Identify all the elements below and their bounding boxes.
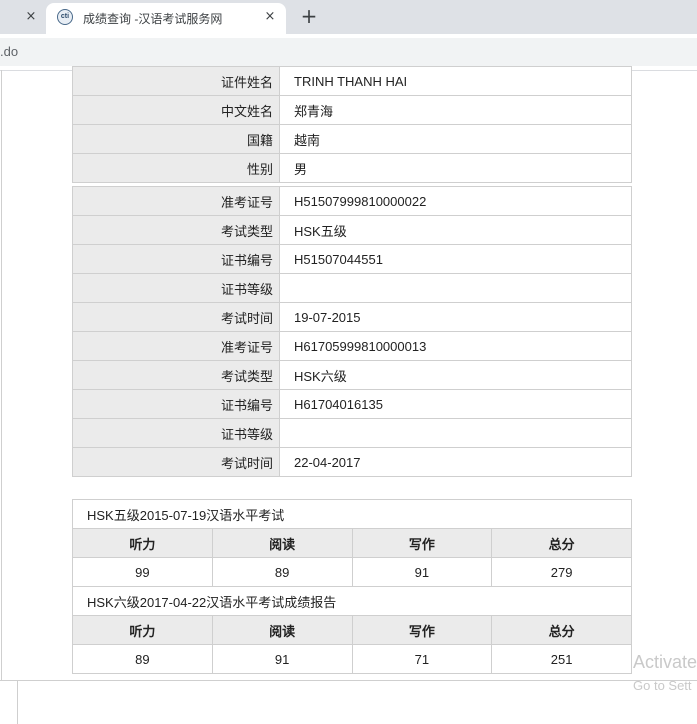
info-row: 考试类型 HSK六级 <box>72 360 632 390</box>
score-value-row: 89 91 71 251 <box>72 644 632 674</box>
field-value <box>279 418 632 448</box>
info-row: 准考证号 H51507999810000022 <box>72 186 632 216</box>
field-value: 郑青海 <box>279 95 632 125</box>
field-value: H51507044551 <box>279 244 632 274</box>
url-text: .do <box>0 44 19 59</box>
tab-strip: × cti 成绩查询 -汉语考试服务网 × + <box>0 0 697 34</box>
info-row: 考试时间 19-07-2015 <box>72 302 632 332</box>
field-label: 证书编号 <box>72 244 280 274</box>
info-row: 证件姓名 TRINH THANH HAI <box>72 66 632 96</box>
score-value: 279 <box>491 557 632 587</box>
field-value: H51507999810000022 <box>279 186 632 216</box>
field-value: TRINH THANH HAI <box>279 66 632 96</box>
info-row: 性别男 <box>72 153 632 183</box>
tab-score-query[interactable]: cti 成绩查询 -汉语考试服务网 × <box>46 3 286 34</box>
score-header-row: 听力 阅读 写作 总分 <box>72 615 632 645</box>
info-row: 国籍 越南 <box>72 124 632 154</box>
info-row: 证书编号 H61704016135 <box>72 389 632 419</box>
score-header: 写作 <box>351 528 493 558</box>
score-header: 总分 <box>491 615 632 645</box>
field-value: HSK六级 <box>279 360 632 390</box>
score-header: 写作 <box>351 615 493 645</box>
field-value <box>279 273 632 303</box>
site-favicon-icon: cti <box>57 9 73 25</box>
field-value: 男 <box>279 153 632 183</box>
score-value: 89 <box>72 644 213 674</box>
score-caption: HSK五级2015-07-19汉语水平考试 <box>72 499 632 529</box>
info-row: 准考证号 H61705999810000013 <box>72 331 632 361</box>
candidate-info-panel: 证件姓名 TRINH THANH HAI 中文姓名 郑青海 国籍 越南 性别男准考证号 H51… <box>72 66 632 477</box>
info-row: 中文姓名 郑青海 <box>72 95 632 125</box>
page-bottom-divider <box>17 680 18 724</box>
score-header: 听力 <box>72 528 213 558</box>
page-border <box>1 70 2 680</box>
field-value: 越南 <box>279 124 632 154</box>
score-value: 91 <box>211 644 353 674</box>
field-value: H61705999810000013 <box>279 331 632 361</box>
score-value: 89 <box>211 557 353 587</box>
info-row: 考试时间 22-04-2017 <box>72 447 632 477</box>
field-value: 22-04-2017 <box>279 447 632 477</box>
score-caption-row: HSK六级2017-04-22汉语水平考试成绩报告 <box>72 586 632 616</box>
info-row: 考试类型 HSK五级 <box>72 215 632 245</box>
field-label: 考试时间 <box>72 302 280 332</box>
field-value: 19-07-2015 <box>279 302 632 332</box>
field-label: 性别 <box>72 153 280 183</box>
info-row: 证书等级 <box>72 273 632 303</box>
score-report-panel: HSK五级2015-07-19汉语水平考试 听力 阅读 写作 总分 99 89 91 279 HS… <box>72 499 632 674</box>
url-field[interactable]: .do <box>0 38 697 66</box>
page-bottom-border <box>0 680 697 681</box>
field-label: 证书编号 <box>72 389 280 419</box>
new-tab-icon[interactable]: + <box>298 5 320 27</box>
score-value: 251 <box>491 644 632 674</box>
field-label: 准考证号 <box>72 331 280 361</box>
tab-previous[interactable]: × <box>0 0 46 34</box>
score-header-row: 听力 阅读 写作 总分 <box>72 528 632 558</box>
close-tab-icon[interactable]: × <box>260 7 280 27</box>
score-value: 91 <box>351 557 493 587</box>
score-value: 71 <box>351 644 493 674</box>
score-header: 总分 <box>491 528 632 558</box>
candidate-info-table: 证件姓名 TRINH THANH HAI 中文姓名 郑青海 国籍 越南 性别男准考证号 H51… <box>72 66 632 477</box>
score-header: 阅读 <box>211 528 353 558</box>
score-caption-row: HSK五级2015-07-19汉语水平考试 <box>72 499 632 529</box>
score-caption: HSK六级2017-04-22汉语水平考试成绩报告 <box>72 586 632 616</box>
field-label: 证书等级 <box>72 273 280 303</box>
field-label: 考试时间 <box>72 447 280 477</box>
field-value: H61704016135 <box>279 389 632 419</box>
field-label: 证件姓名 <box>72 66 280 96</box>
field-label: 中文姓名 <box>72 95 280 125</box>
field-label: 证书等级 <box>72 418 280 448</box>
score-header: 阅读 <box>211 615 353 645</box>
score-table: HSK五级2015-07-19汉语水平考试 听力 阅读 写作 总分 99 89 91 279 HS… <box>72 499 632 674</box>
tab-title: 成绩查询 -汉语考试服务网 <box>83 12 223 26</box>
field-label: 准考证号 <box>72 186 280 216</box>
info-row: 证书等级 <box>72 418 632 448</box>
field-label: 考试类型 <box>72 215 280 245</box>
field-value: HSK五级 <box>279 215 632 245</box>
info-row: 证书编号 H51507044551 <box>72 244 632 274</box>
score-value-row: 99 89 91 279 <box>72 557 632 587</box>
score-header: 听力 <box>72 615 213 645</box>
activation-watermark-subtitle: Go to Sett <box>633 678 692 693</box>
close-tab-icon[interactable]: × <box>21 7 41 27</box>
field-label: 考试类型 <box>72 360 280 390</box>
field-label: 国籍 <box>72 124 280 154</box>
activation-watermark-title: Activate <box>633 652 697 672</box>
score-value: 99 <box>72 557 213 587</box>
